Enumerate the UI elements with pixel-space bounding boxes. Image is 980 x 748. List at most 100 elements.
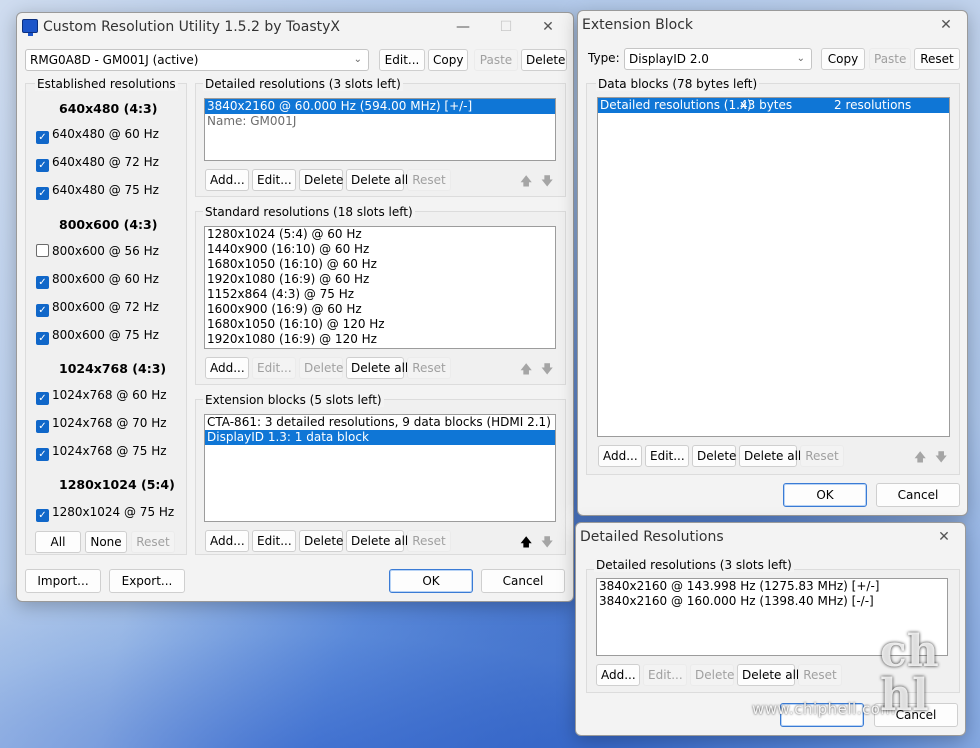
- list-item[interactable]: Name: GM001J: [205, 114, 555, 129]
- chiphell-logo: ch hl: [880, 626, 939, 721]
- checkbox-item[interactable]: ✓ 640x480 @ 60 Hz: [36, 125, 159, 144]
- cancel-button[interactable]: Cancel: [481, 569, 565, 593]
- edit-detailed-button[interactable]: Edit...: [252, 169, 296, 191]
- list-item[interactable]: 1440x900 (16:10) @ 60 Hz: [205, 242, 555, 257]
- close-icon[interactable]: ✕: [931, 15, 961, 35]
- checkbox-item[interactable]: ✓ 1024x768 @ 60 Hz: [36, 386, 167, 405]
- delete-standard-button[interactable]: Delete: [299, 357, 343, 379]
- reset-detailed-button[interactable]: Reset: [407, 169, 451, 191]
- checkbox-item[interactable]: 800x600 @ 56 Hz: [36, 242, 159, 260]
- edit-monitor-button[interactable]: Edit...: [379, 49, 425, 71]
- edit-block-button[interactable]: Edit...: [645, 445, 689, 467]
- minimize-icon[interactable]: —: [448, 17, 478, 37]
- list-item[interactable]: 1920x1080 (16:9) @ 120 Hz: [205, 332, 555, 347]
- arrow-up-icon[interactable]: 🡅: [520, 533, 532, 554]
- monitor-select-value: RMG0A8D - GM001J (active): [30, 53, 199, 67]
- reset-button[interactable]: Reset: [131, 531, 175, 553]
- checkbox-item[interactable]: ✓ 800x600 @ 60 Hz: [36, 270, 159, 289]
- paste-button[interactable]: Paste: [474, 49, 518, 71]
- standard-listbox[interactable]: 1280x1024 (5:4) @ 60 Hz 1440x900 (16:10)…: [204, 226, 556, 349]
- monitor-select[interactable]: RMG0A8D - GM001J (active) ⌄: [25, 49, 369, 71]
- checkbox-item[interactable]: ✓ 1024x768 @ 70 Hz: [36, 414, 167, 433]
- delete-all-extension-button[interactable]: Delete all: [346, 530, 408, 552]
- close-icon[interactable]: ✕: [929, 527, 959, 547]
- arrow-up-icon[interactable]: 🡅: [520, 360, 532, 381]
- list-item[interactable]: 3840x2160 @ 143.998 Hz (1275.83 MHz) [+/…: [597, 579, 947, 594]
- type-select[interactable]: DisplayID 2.0 ⌄: [624, 48, 812, 70]
- add-extension-button[interactable]: Add...: [205, 530, 249, 552]
- delete-detailed-button[interactable]: Delete: [299, 169, 343, 191]
- reset-button[interactable]: Reset: [914, 48, 960, 70]
- list-item[interactable]: 1920x1080 (16:9) @ 60 Hz: [205, 272, 555, 287]
- checkbox-item[interactable]: ✓ 1024x768 @ 75 Hz: [36, 442, 167, 461]
- paste-button[interactable]: Paste: [869, 48, 911, 70]
- arrow-down-icon[interactable]: 🡇: [541, 360, 553, 381]
- data-blocks-listbox[interactable]: Detailed resolutions (1.x) 43 bytes 2 re…: [597, 97, 950, 437]
- checkmark-icon: ✓: [36, 420, 49, 433]
- list-item[interactable]: 3840x2160 @ 60.000 Hz (594.00 MHz) [+/-]: [205, 99, 555, 114]
- type-label: Type:: [588, 51, 620, 65]
- edit-standard-button[interactable]: Edit...: [252, 357, 296, 379]
- group-header: 1280x1024 (5:4): [59, 477, 175, 492]
- delete-all-detailed-button[interactable]: Delete all: [346, 169, 408, 191]
- list-item[interactable]: CTA-861: 3 detailed resolutions, 9 data …: [205, 415, 555, 430]
- checkmark-icon: ✓: [36, 332, 49, 345]
- delete-all-button[interactable]: Delete all: [737, 664, 799, 686]
- copy-button[interactable]: Copy: [821, 48, 865, 70]
- add-detailed-button[interactable]: Add...: [205, 169, 249, 191]
- reset-standard-button[interactable]: Reset: [407, 357, 451, 379]
- arrow-up-icon[interactable]: 🡅: [520, 172, 532, 193]
- copy-button[interactable]: Copy: [428, 49, 468, 71]
- detailed-titlebar: Detailed Resolutions ✕: [576, 523, 965, 551]
- delete-extension-button[interactable]: Delete: [299, 530, 343, 552]
- ok-button[interactable]: OK: [783, 483, 867, 507]
- arrow-up-icon[interactable]: 🡅: [914, 448, 926, 469]
- checkbox-item[interactable]: ✓ 800x600 @ 75 Hz: [36, 326, 159, 345]
- list-item[interactable]: 1600x900 (16:9) @ 60 Hz: [205, 302, 555, 317]
- checkbox-empty-icon: [36, 244, 49, 257]
- reset-extension-button[interactable]: Reset: [407, 530, 451, 552]
- all-button[interactable]: All: [35, 531, 81, 553]
- delete-monitor-button[interactable]: Delete: [521, 49, 567, 71]
- list-item[interactable]: 1280x1024 (5:4) @ 60 Hz: [205, 227, 555, 242]
- reset-block-button[interactable]: Reset: [800, 445, 844, 467]
- delete-button[interactable]: Delete: [690, 664, 734, 686]
- block-name: Detailed resolutions (1.x): [600, 98, 752, 112]
- list-item[interactable]: DisplayID 1.3: 1 data block: [205, 430, 555, 445]
- import-button[interactable]: Import...: [25, 569, 101, 593]
- close-icon[interactable]: ✕: [533, 17, 563, 37]
- list-item[interactable]: 1680x1050 (16:10) @ 60 Hz: [205, 257, 555, 272]
- ok-button[interactable]: OK: [389, 569, 473, 593]
- cancel-button[interactable]: Cancel: [876, 483, 960, 507]
- delete-block-button[interactable]: Delete: [692, 445, 736, 467]
- extension-listbox[interactable]: CTA-861: 3 detailed resolutions, 9 data …: [204, 414, 556, 522]
- edit-button[interactable]: Edit...: [643, 664, 687, 686]
- window-title: Detailed Resolutions: [580, 529, 724, 545]
- edit-extension-button[interactable]: Edit...: [252, 530, 296, 552]
- none-button[interactable]: None: [85, 531, 127, 553]
- export-button[interactable]: Export...: [109, 569, 185, 593]
- chevron-down-icon: ⌄: [353, 54, 362, 65]
- checkbox-item[interactable]: ✓ 800x600 @ 72 Hz: [36, 298, 159, 317]
- list-item[interactable]: 1680x1050 (16:10) @ 120 Hz: [205, 317, 555, 332]
- arrow-down-icon[interactable]: 🡇: [935, 448, 947, 469]
- checkbox-item[interactable]: ✓ 640x480 @ 75 Hz: [36, 181, 159, 200]
- list-item[interactable]: 3840x2160 @ 160.000 Hz (1398.40 MHz) [-/…: [597, 594, 947, 609]
- arrow-down-icon[interactable]: 🡇: [541, 533, 553, 554]
- type-select-value: DisplayID 2.0: [629, 52, 709, 66]
- detailed-listbox[interactable]: 3840x2160 @ 60.000 Hz (594.00 MHz) [+/-]…: [204, 98, 556, 161]
- checkbox-item[interactable]: ✓ 1280x1024 @ 75 Hz: [36, 503, 174, 522]
- list-item[interactable]: 1152x864 (4:3) @ 75 Hz: [205, 287, 555, 302]
- block-size: 43 bytes: [740, 98, 793, 112]
- add-standard-button[interactable]: Add...: [205, 357, 249, 379]
- reset-button[interactable]: Reset: [798, 664, 842, 686]
- arrow-down-icon[interactable]: 🡇: [541, 172, 553, 193]
- delete-all-block-button[interactable]: Delete all: [739, 445, 801, 467]
- delete-all-standard-button[interactable]: Delete all: [346, 357, 408, 379]
- checkbox-item[interactable]: ✓ 640x480 @ 72 Hz: [36, 153, 159, 172]
- maximize-icon: ☐: [499, 19, 513, 35]
- add-block-button[interactable]: Add...: [598, 445, 642, 467]
- window-title: Custom Resolution Utility 1.5.2 by Toast…: [43, 19, 340, 35]
- add-button[interactable]: Add...: [596, 664, 640, 686]
- table-row[interactable]: Detailed resolutions (1.x) 43 bytes 2 re…: [598, 98, 949, 113]
